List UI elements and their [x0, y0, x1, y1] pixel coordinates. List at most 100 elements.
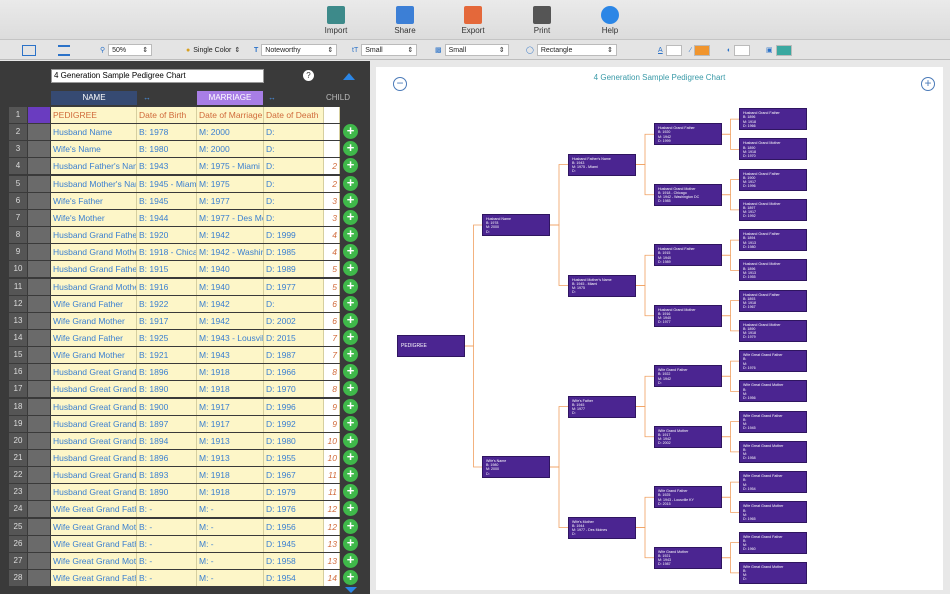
death-cell[interactable]: D: 1956 — [264, 518, 324, 535]
add-row-icon[interactable]: + — [343, 278, 358, 294]
marriage-cell[interactable]: M: - — [197, 552, 264, 569]
add-row-icon[interactable]: + — [343, 312, 358, 328]
pedigree-node[interactable]: Wife Great Grand Father B: M: D: 1960 — [739, 531, 807, 554]
birth-cell[interactable]: B: 1945 - Miami — [137, 175, 197, 192]
death-cell[interactable]: D: 1977 — [264, 278, 324, 295]
child-cell[interactable]: 2 — [324, 175, 340, 192]
marriage-cell[interactable]: M: 2000 — [197, 124, 264, 141]
name-cell[interactable]: Wife Grand Mother — [51, 347, 137, 364]
child-cell[interactable]: 14 — [324, 570, 340, 587]
child-cell[interactable] — [324, 124, 340, 141]
pedigree-node[interactable]: Wife Great Grand Father B: M: D: 1954 — [739, 471, 807, 494]
scroll-down-icon[interactable] — [345, 587, 357, 593]
marriage-cell[interactable]: M: 1913 — [197, 450, 264, 466]
birth-cell[interactable]: B: 1920 — [137, 227, 197, 244]
death-cell[interactable]: D: 1945 — [264, 535, 324, 552]
pedigree-node[interactable]: Husband Grand Father B: 1915 M: 1940 D: 198… — [654, 244, 722, 267]
death-cell[interactable]: D: 1976 — [264, 501, 324, 518]
font-size-control[interactable]: tT Small ⇕ — [352, 43, 418, 57]
add-row-icon[interactable]: + — [343, 209, 358, 225]
birth-cell[interactable]: B: 1896 — [137, 450, 197, 466]
marriage-cell[interactable]: M: 1913 — [197, 432, 264, 449]
birth-cell[interactable]: B: 1915 — [137, 261, 197, 278]
color-mode-control[interactable]: ● Single Color ⇕ — [186, 43, 240, 57]
add-row-icon[interactable]: + — [343, 398, 358, 414]
pedigree-node[interactable]: Husband Grand Father B: 1900 M: 1917 D: 199… — [739, 168, 807, 191]
birth-cell[interactable]: B: - — [137, 535, 197, 552]
pedigree-node[interactable]: Wife's Mother B: 1944 M: 1977 - Des Moines… — [568, 516, 636, 539]
birth-cell[interactable]: B: 1925 — [137, 329, 197, 346]
add-row-icon[interactable]: + — [343, 261, 358, 277]
death-cell[interactable]: D: — [264, 295, 324, 312]
add-row-icon[interactable]: + — [343, 175, 358, 191]
child-cell[interactable]: 12 — [324, 501, 340, 518]
name-cell[interactable]: Wife Grand Father — [51, 329, 137, 346]
child-cell[interactable]: 2 — [324, 158, 340, 175]
birth-cell[interactable]: B: 1900 — [137, 398, 197, 415]
birth-cell[interactable]: Date of Birth — [137, 107, 197, 123]
pedigree-node[interactable]: Husband Grand Mother B: 1918 - Chicago M: … — [654, 183, 722, 206]
death-cell[interactable]: D: — [264, 141, 324, 158]
child-cell[interactable]: 7 — [324, 347, 340, 364]
name-cell[interactable]: Husband Grand Mother — [51, 278, 137, 295]
pedigree-node[interactable]: PEDIGREE — [397, 335, 465, 357]
name-cell[interactable]: Husband Name — [51, 124, 137, 141]
child-cell[interactable]: 5 — [324, 261, 340, 278]
pedigree-node[interactable]: Wife Grand Father B: 1925 M: 1943 - Lousvi… — [654, 486, 722, 509]
child-cell[interactable]: 10 — [324, 450, 340, 466]
death-cell[interactable]: D: 2015 — [264, 329, 324, 346]
birth-cell[interactable]: B: 1922 — [137, 295, 197, 312]
marriage-cell[interactable]: M: 1943 - Lousville — [197, 329, 264, 346]
pedigree-node[interactable]: Wife Great Grand Mother B: M: D: 1958 — [739, 440, 807, 463]
pedigree-node[interactable]: Husband Grand Mother B: 1890 M: 1918 D: 197… — [739, 138, 807, 161]
birth-cell[interactable]: B: - — [137, 501, 197, 518]
pedigree-node[interactable]: Wife Grand Mother B: 1921 M: 1943 D: 1987 — [654, 546, 722, 569]
add-row-icon[interactable]: + — [343, 227, 358, 243]
name-cell[interactable]: Husband Grand Father — [51, 261, 137, 278]
child-cell[interactable] — [324, 107, 340, 123]
child-cell[interactable]: 9 — [324, 398, 340, 415]
add-row-icon[interactable]: + — [343, 552, 358, 568]
add-row-icon[interactable]: + — [343, 415, 358, 431]
add-row-icon[interactable]: + — [343, 347, 358, 363]
add-row-icon[interactable]: + — [343, 484, 358, 500]
name-cell[interactable]: Wife Grand Father — [51, 295, 137, 312]
name-cell[interactable]: Wife Great Grand Father — [51, 501, 137, 518]
birth-cell[interactable]: B: 1896 — [137, 364, 197, 381]
add-row-icon[interactable]: + — [343, 295, 358, 311]
child-cell[interactable]: 6 — [324, 295, 340, 312]
name-cell[interactable]: Husband Great Grand Father — [51, 432, 137, 449]
help-icon[interactable]: ? — [303, 70, 314, 81]
birth-cell[interactable]: B: - — [137, 552, 197, 569]
child-cell[interactable]: 3 — [324, 192, 340, 209]
marriage-cell[interactable]: M: - — [197, 535, 264, 552]
marriage-cell[interactable]: M: 1942 — [197, 312, 264, 329]
name-cell[interactable]: Husband Great Grand Father — [51, 364, 137, 381]
death-cell[interactable]: D: 1989 — [264, 261, 324, 278]
marriage-cell[interactable]: M: 1943 — [197, 347, 264, 364]
zoom-control[interactable]: ⚲ 50% ⇕ — [100, 43, 153, 57]
box-size-control[interactable]: ▩ Small ⇕ — [435, 43, 509, 57]
marriage-cell[interactable]: M: 1917 — [197, 398, 264, 415]
add-row-icon[interactable]: + — [343, 432, 358, 448]
marriage-cell[interactable]: M: 1942 - Washington — [197, 244, 264, 261]
marriage-column-header[interactable]: MARRIAGE — [197, 91, 263, 105]
marriage-cell[interactable]: Date of Marriage — [197, 107, 264, 123]
pedigree-node[interactable]: Wife's Name B: 1980 M: 2000 D: — [482, 456, 550, 478]
add-row-icon[interactable]: + — [343, 450, 358, 465]
pedigree-node[interactable]: Husband Name B: 1978 M: 2000 D: — [482, 214, 550, 236]
print-button[interactable]: Print — [512, 6, 572, 35]
death-cell[interactable]: D: 1987 — [264, 347, 324, 364]
pedigree-node[interactable]: Wife Great Grand Mother B: M: D: 1965 — [739, 501, 807, 524]
add-row-icon[interactable]: + — [343, 329, 358, 345]
name-cell[interactable]: Husband Great Grand Father — [51, 467, 137, 484]
add-row-icon[interactable]: + — [343, 535, 358, 551]
child-cell[interactable]: 6 — [324, 312, 340, 329]
death-cell[interactable]: D: 1955 — [264, 450, 324, 466]
name-cell[interactable]: Husband Great Grand Mother — [51, 484, 137, 501]
pedigree-node[interactable]: Husband Father's Name B: 1943 M: 1975 - Mi… — [568, 153, 636, 176]
pedigree-node[interactable]: Husband Grand Father B: 1894 M: 1913 D: 198… — [739, 229, 807, 252]
sidebar-toggle-icon[interactable] — [22, 43, 36, 57]
child-cell[interactable]: 8 — [324, 364, 340, 381]
line-color-button[interactable]: ∕ — [690, 43, 711, 57]
